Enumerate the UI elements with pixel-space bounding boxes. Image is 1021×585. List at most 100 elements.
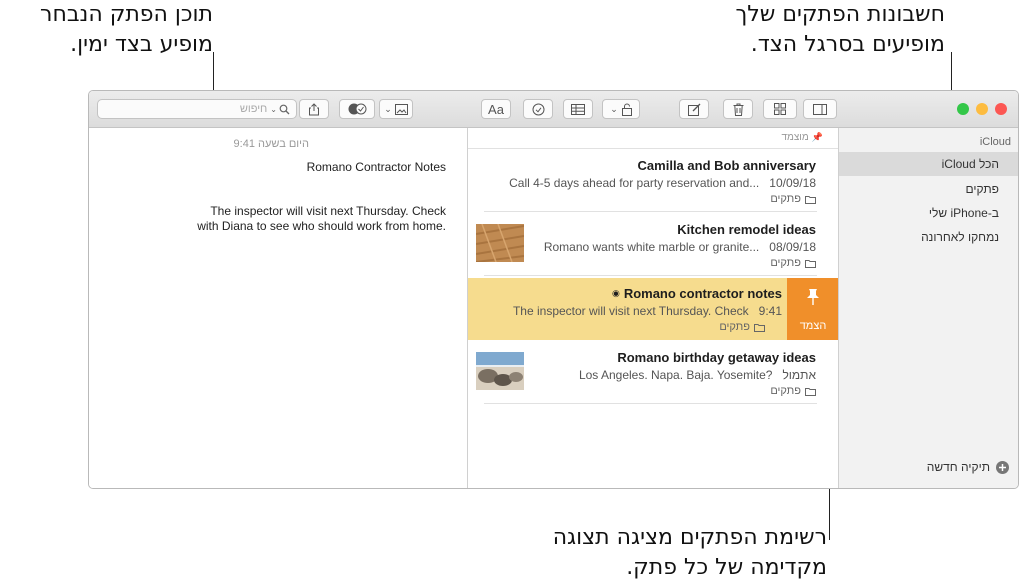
- gallery-view-button[interactable]: [763, 99, 797, 119]
- callout-detail: תוכן הפתק הנבחר מופיע בצד ימין.: [40, 0, 213, 60]
- pinned-header: מוצמד 📌: [781, 132, 823, 143]
- folder-icon: [805, 387, 816, 396]
- sidebar-item-all-icloud[interactable]: הכל iCloud: [839, 152, 1018, 176]
- pin-label: הצמד: [799, 320, 827, 332]
- table-icon: [571, 103, 585, 115]
- maximize-button[interactable]: [957, 103, 969, 115]
- note-body[interactable]: The inspector will visit next Thursday. …: [196, 204, 446, 234]
- compose-icon: [687, 103, 700, 116]
- note-title: Romano birthday getaway ideas: [617, 350, 816, 365]
- folder-name: פתקים: [770, 193, 801, 205]
- note-folder: פתקים: [770, 257, 816, 269]
- sidebar-item-recently-deleted[interactable]: נמחקו לאחרונה: [839, 225, 1018, 249]
- delete-button[interactable]: [723, 99, 753, 119]
- beach-thumbnail: [476, 352, 524, 390]
- callout-sidebar: חשבונות הפתקים שלך מופיעים בסרגל הצד.: [735, 0, 945, 60]
- sidebar-item-notes[interactable]: פתקים: [839, 177, 1018, 201]
- note-date: 08/09/18: [769, 240, 816, 254]
- folder-icon: [805, 259, 816, 268]
- chevron-down-icon: ⌄: [610, 103, 618, 114]
- sidebar-icon: [813, 103, 827, 115]
- note-folder: פתקים: [719, 321, 765, 333]
- list-item[interactable]: Kitchen remodel ideas Romano wants white…: [468, 214, 839, 276]
- pin-swipe-button[interactable]: הצמד: [787, 278, 839, 340]
- callout-line: מופיע בצד ימין.: [70, 32, 213, 57]
- close-button[interactable]: [995, 103, 1007, 115]
- search-placeholder: חיפוש: [239, 103, 268, 115]
- note-detail[interactable]: היום בשעה 9:41 Romano Contractor Notes T…: [89, 128, 467, 488]
- note-title-text: Romano contractor notes: [623, 286, 782, 301]
- note-preview: Los Angeles. Napa. Baja. Yosemite? אתמול: [579, 368, 816, 382]
- checklist-icon: [532, 103, 544, 115]
- sidebar-item-label: הכל iCloud: [941, 157, 999, 171]
- grid-icon: [774, 103, 786, 115]
- share-button[interactable]: [299, 99, 329, 119]
- folder-name: פתקים: [770, 257, 801, 269]
- checklist-button[interactable]: [523, 99, 553, 119]
- shared-icon: ◉: [611, 288, 620, 298]
- kitchen-thumbnail: [476, 224, 524, 262]
- note-preview: The inspector will visit next Thursday. …: [513, 304, 782, 318]
- pin-icon: 📌: [811, 132, 823, 142]
- sidebar-item-label: פתקים: [965, 182, 999, 196]
- chevron-down-icon: ⌄: [270, 104, 277, 114]
- folder-icon: [754, 323, 765, 332]
- font-button[interactable]: Aa: [481, 99, 511, 119]
- toolbar: חיפוש ⌄ ⌄ Aa ⌄: [89, 91, 1018, 128]
- note-preview-text: Los Angeles. Napa. Baja. Yosemite?: [578, 368, 773, 382]
- note-title: ◉ Romano contractor notes: [612, 286, 782, 301]
- notes-list: מוצמד 📌 Camilla and Bob anniversary Call…: [467, 128, 839, 488]
- note-folder: פתקים: [770, 385, 816, 397]
- lock-button[interactable]: ⌄: [602, 99, 640, 119]
- note-title: Camilla and Bob anniversary: [637, 158, 816, 173]
- pin-icon: [807, 289, 819, 305]
- note-timestamp: היום בשעה 9:41: [233, 138, 309, 150]
- note-title: Kitchen remodel ideas: [677, 222, 816, 237]
- search-icon: [279, 104, 290, 114]
- callout-line: תוכן הפתק הנבחר: [40, 2, 213, 27]
- note-preview: Call 4-5 days ahead for party reservatio…: [509, 176, 816, 190]
- minimize-button[interactable]: [976, 103, 988, 115]
- callout-line: חשבונות הפתקים שלך: [735, 2, 945, 27]
- table-button[interactable]: [563, 99, 593, 119]
- note-preview-text: Romano wants white marble or granite...: [543, 240, 760, 254]
- note-title: Romano Contractor Notes: [306, 160, 446, 174]
- note-date: 10/09/18: [769, 176, 816, 190]
- lock-icon: [621, 103, 632, 116]
- callout-line: מקדימה של כל פתק.: [626, 555, 827, 580]
- sidebar-account-header: iCloud: [979, 136, 1011, 148]
- sidebar-item-on-my-iphone[interactable]: ב-iPhone שלי: [839, 201, 1018, 225]
- search-field[interactable]: חיפוש ⌄: [97, 99, 297, 119]
- media-button[interactable]: ⌄: [379, 99, 413, 119]
- new-folder-button[interactable]: תיקיה חדשה: [927, 460, 1009, 474]
- new-note-button[interactable]: [679, 99, 709, 119]
- sidebar: iCloud הכל iCloud פתקים ב-iPhone שלי נמח…: [838, 128, 1018, 488]
- photo-icon: [394, 103, 408, 115]
- new-folder-label: תיקיה חדשה: [926, 460, 990, 474]
- list-item-selected[interactable]: ◉ Romano contractor notes The inspector …: [468, 278, 839, 340]
- trash-icon: [733, 103, 743, 116]
- pinned-label: מוצמד: [781, 132, 809, 143]
- chevron-down-icon: ⌄: [384, 103, 392, 114]
- folder-name: פתקים: [719, 321, 750, 333]
- note-date: 9:41: [758, 304, 782, 318]
- callout-line: רשימת הפתקים מציגה תצוגה: [552, 525, 827, 550]
- sidebar-item-label: ב-iPhone שלי: [928, 206, 999, 220]
- callout-list: רשימת הפתקים מציגה תצוגה מקדימה של כל פת…: [553, 523, 827, 583]
- plus-circle-icon: [996, 460, 1009, 474]
- note-preview-text: The inspector will visit next Thursday. …: [512, 304, 749, 318]
- collaborate-button[interactable]: [339, 99, 375, 119]
- folder-name: פתקים: [770, 385, 801, 397]
- list-item[interactable]: Romano birthday getaway ideas Los Angele…: [468, 342, 839, 404]
- sidebar-item-label: נמחקו לאחרונה: [921, 230, 999, 244]
- note-preview-text: Call 4-5 days ahead for party reservatio…: [509, 176, 760, 190]
- sidebar-toggle-button[interactable]: [803, 99, 837, 119]
- share-icon: [309, 102, 319, 115]
- notes-window: חיפוש ⌄ ⌄ Aa ⌄ היום בשעה 9:41 Romano Con…: [88, 90, 1019, 489]
- note-folder: פתקים: [770, 193, 816, 205]
- add-people-icon: [348, 103, 367, 115]
- folder-icon: [805, 195, 816, 204]
- list-item[interactable]: Camilla and Bob anniversary Call 4-5 day…: [468, 150, 839, 212]
- callout-line: מופיעים בסרגל הצד.: [750, 32, 945, 57]
- font-label: Aa: [488, 101, 504, 117]
